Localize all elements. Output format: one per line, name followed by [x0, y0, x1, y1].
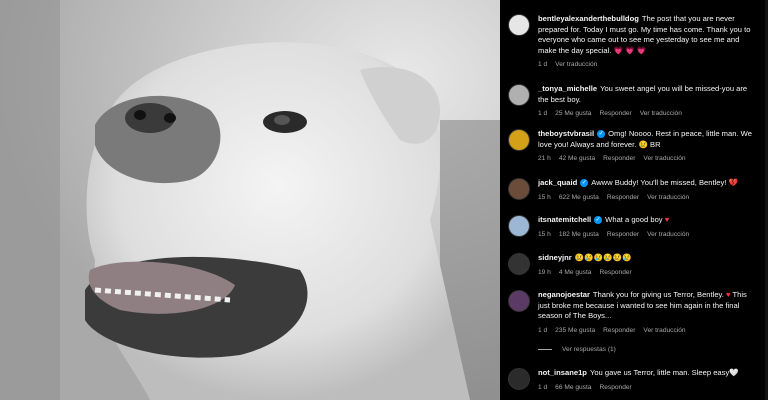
post-viewer: bentleyalexanderthebulldog The post that …: [0, 0, 768, 400]
avatar[interactable]: [508, 178, 530, 200]
reply-button[interactable]: Responder: [603, 327, 635, 334]
comment-likes[interactable]: 42 Me gusta: [559, 155, 595, 162]
comment-emoji: ♥: [664, 215, 670, 224]
verified-badge-icon: ✓: [580, 179, 589, 187]
comment-likes[interactable]: 25 Me gusta: [555, 110, 591, 117]
comment-text: neganojoestar Thank you for giving us Ter…: [538, 290, 758, 322]
comment-time: 1 d: [538, 326, 548, 334]
comment-emoji: 💗 💗 💗: [613, 45, 647, 55]
comment-time: 21 h: [538, 155, 551, 163]
comment-body: Thank you for giving us Terror, Bentley.: [592, 290, 727, 299]
comment-item: neganojoestar Thank you for giving us Ter…: [500, 290, 762, 334]
comment-meta: 1 d 66 Me gusta Responder: [538, 384, 758, 391]
comment-body: You gave us Terror, little man. Sleep ea…: [589, 368, 730, 377]
comment-emoji: 💔: [728, 178, 738, 187]
comment-text: itsnatemitchell ✓ What a good boy ♥: [538, 215, 758, 226]
comment-username[interactable]: sidneyjnr: [538, 253, 572, 262]
translate-link[interactable]: Ver traducción: [640, 110, 682, 117]
reply-button[interactable]: Responder: [599, 384, 631, 391]
comment-item: itsnatemitchell ✓ What a good boy ♥ 15 h 182…: [500, 215, 762, 238]
comment-likes[interactable]: 182 Me gusta: [559, 231, 599, 238]
translate-link[interactable]: Ver traducción: [643, 327, 685, 334]
reply-button[interactable]: Responder: [607, 194, 639, 201]
comment-username[interactable]: _tonya_michelle: [538, 84, 597, 93]
avatar[interactable]: [508, 368, 530, 390]
comment-time: 1 d: [538, 110, 548, 118]
comment-item: jack_quaid ✓ Awww Buddy! You'll be missed,…: [500, 178, 762, 201]
comment-text: jack_quaid ✓ Awww Buddy! You'll be missed,…: [538, 178, 758, 189]
reply-button[interactable]: Responder: [603, 155, 635, 162]
comment-text: not_insane1p You gave us Terror, little m…: [538, 368, 758, 379]
translate-link[interactable]: Ver traducción: [643, 155, 685, 162]
view-replies-link[interactable]: Ver respuestas (1): [538, 346, 616, 353]
comment-meta: 19 h 4 Me gusta Responder: [538, 269, 758, 276]
view-replies-label: Ver respuestas (1): [562, 346, 616, 353]
comment-username[interactable]: theboystvbrasil: [538, 129, 594, 138]
comment-body: Awww Buddy! You'll be missed, Bentley!: [591, 178, 729, 187]
comment-time: 15 h: [538, 230, 551, 238]
translate-link[interactable]: Ver traducción: [555, 61, 597, 68]
comment-time: 15 h: [538, 193, 551, 201]
translate-link[interactable]: Ver traducción: [647, 231, 689, 238]
comment-item: _tonya_michelle You sweet angel you will …: [500, 84, 762, 117]
comment-meta: 1 d 235 Me gusta Responder Ver traducción: [538, 327, 758, 334]
comment-meta: 1 d 25 Me gusta Responder Ver traducción: [538, 110, 758, 117]
comment-username[interactable]: bentleyalexanderthebulldog: [538, 14, 639, 23]
comment-likes[interactable]: 622 Me gusta: [559, 194, 599, 201]
comment-text: sidneyjnr 😢😢😢😢😢😢: [538, 253, 758, 264]
comment-text: theboystvbrasil ✓ Omg! Noooo. Rest in peac…: [538, 129, 758, 150]
comment-emoji: 🤍: [729, 368, 739, 377]
verified-badge-icon: ✓: [594, 216, 603, 224]
avatar[interactable]: [508, 253, 530, 275]
comment-likes[interactable]: 66 Me gusta: [555, 384, 591, 391]
avatar[interactable]: [508, 129, 530, 151]
comment-meta: 15 h 182 Me gusta Responder Ver traducción: [538, 231, 758, 238]
comment-text: _tonya_michelle You sweet angel you will …: [538, 84, 758, 105]
reply-button[interactable]: Responder: [599, 269, 631, 276]
comment-likes[interactable]: 4 Me gusta: [559, 269, 592, 276]
comment-item: not_insane1p You gave us Terror, little m…: [500, 368, 762, 391]
comment-emoji: 😢😢😢😢😢😢: [574, 253, 632, 262]
reply-button[interactable]: Responder: [599, 110, 631, 117]
comment-username[interactable]: neganojoestar: [538, 290, 590, 299]
reply-button[interactable]: Responder: [607, 231, 639, 238]
comment-body: What a good boy: [605, 215, 665, 224]
comments-panel: bentleyalexanderthebulldog The post that …: [500, 0, 768, 400]
comment-username[interactable]: itsnatemitchell: [538, 215, 591, 224]
replies-divider: [538, 349, 552, 350]
comment-username[interactable]: jack_quaid: [538, 178, 577, 187]
comment-item: bentleyalexanderthebulldog The post that …: [500, 14, 762, 68]
avatar[interactable]: [508, 84, 530, 106]
bulldog-photo-icon: [0, 0, 500, 400]
comment-item: sidneyjnr 😢😢😢😢😢😢 19 h 4 Me gusta Responder: [500, 253, 762, 276]
comment-likes[interactable]: 235 Me gusta: [555, 327, 595, 334]
comment-username[interactable]: not_insane1p: [538, 368, 587, 377]
comment-meta: 1 d Ver traducción: [538, 61, 758, 68]
comment-item: theboystvbrasil ✓ Omg! Noooo. Rest in peac…: [500, 129, 762, 162]
translate-link[interactable]: Ver traducción: [647, 194, 689, 201]
avatar[interactable]: [508, 215, 530, 237]
comment-emoji: 😢 BR: [638, 139, 661, 149]
avatar[interactable]: [508, 290, 530, 312]
avatar[interactable]: [508, 14, 530, 36]
post-photo: [0, 0, 500, 400]
comment-time: 19 h: [538, 268, 551, 276]
verified-badge-icon: ✓: [597, 130, 606, 138]
comment-text: bentleyalexanderthebulldog The post that …: [538, 14, 758, 56]
comment-time: 1 d: [538, 61, 548, 69]
comment-meta: 21 h 42 Me gusta Responder Ver traducción: [538, 155, 758, 162]
comment-meta: 15 h 622 Me gusta Responder Ver traducción: [538, 194, 758, 201]
comment-time: 1 d: [538, 383, 548, 391]
